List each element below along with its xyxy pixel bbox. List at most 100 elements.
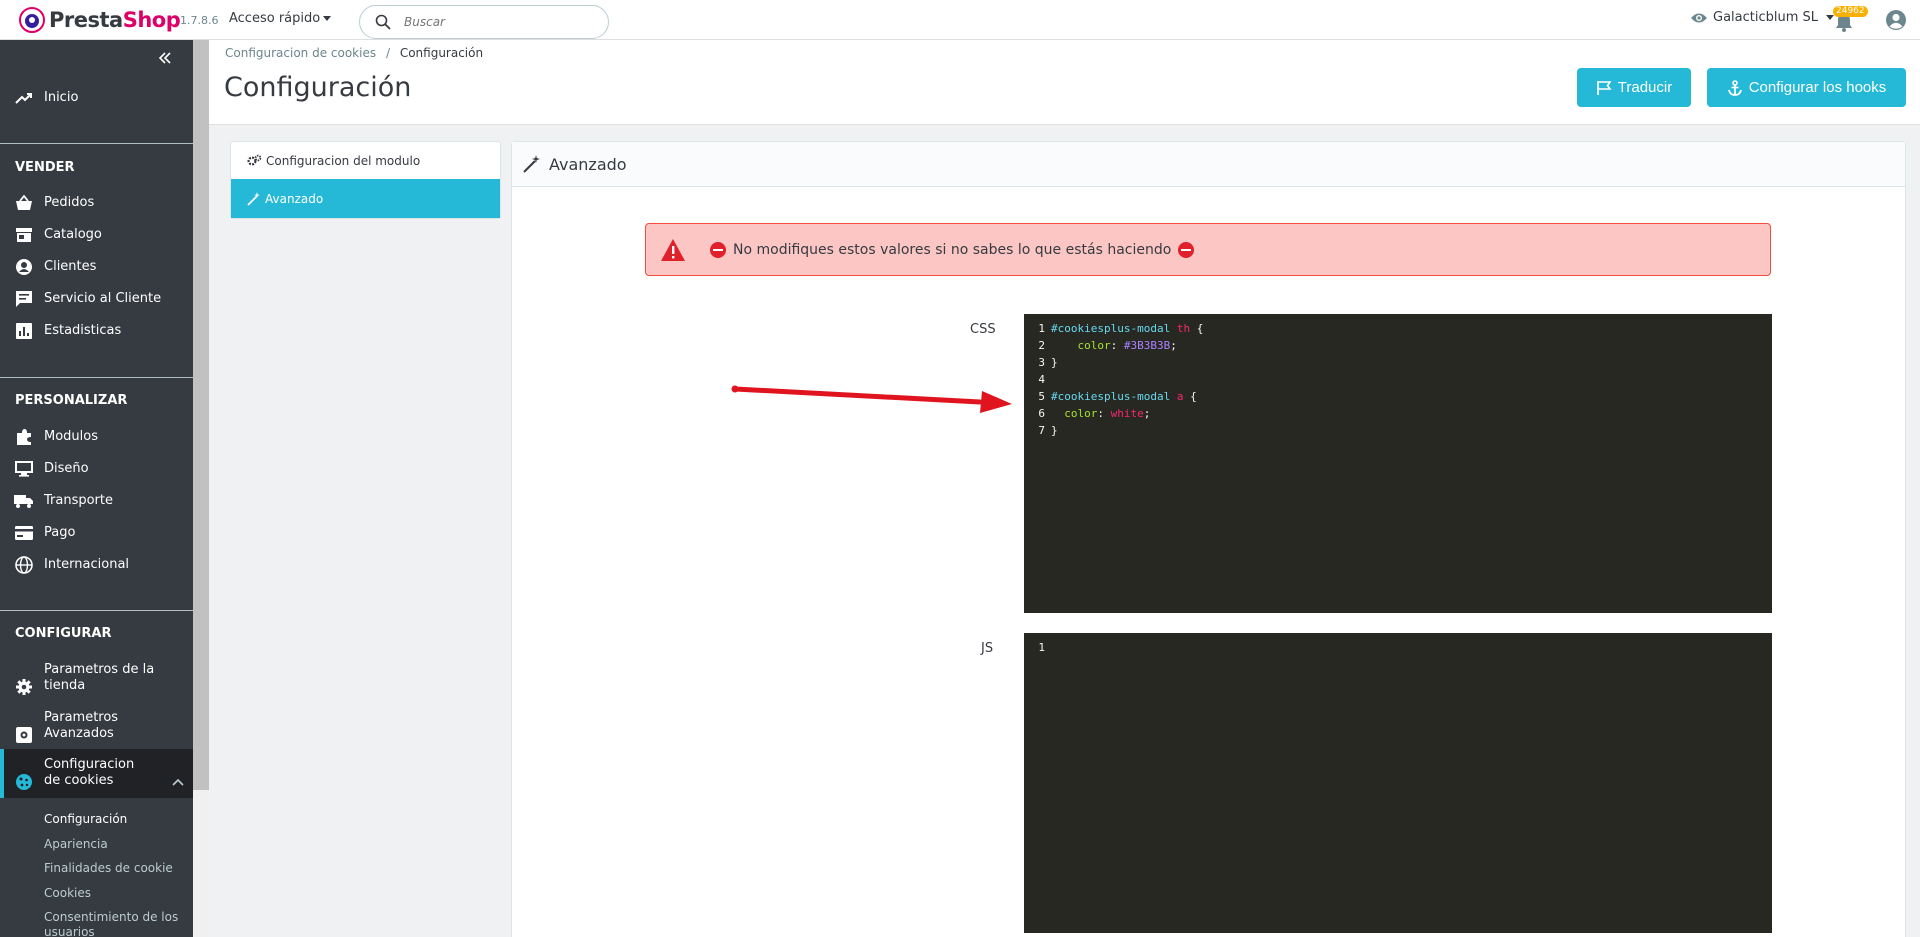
configure-hooks-button[interactable]: Configurar los hooks — [1707, 68, 1906, 107]
line-number: 1 — [1038, 322, 1045, 335]
js-label: JS — [981, 641, 994, 656]
user-avatar-icon[interactable] — [1885, 9, 1907, 31]
line-number: 3 — [1038, 356, 1045, 369]
sub-item-apariencia[interactable]: Apariencia — [44, 837, 108, 851]
sidebar-item-clientes[interactable]: Clientes — [0, 257, 193, 277]
code-token: #cookiesplus-modal — [1051, 322, 1171, 335]
sub-item-finalidades[interactable]: Finalidades de cookie — [44, 861, 173, 875]
chevron-up-icon[interactable] — [172, 775, 184, 790]
code-token: th — [1176, 322, 1191, 335]
no-entry-icon — [710, 241, 726, 258]
code-token: #3B3B3B — [1123, 339, 1171, 352]
sidebar-item-inicio[interactable]: Inicio — [0, 88, 193, 108]
section-title-personalizar: PERSONALIZAR — [15, 393, 128, 408]
sidebar-item-diseno[interactable]: Diseño — [0, 459, 193, 479]
code-line: 1 — [1024, 639, 1772, 656]
scrollbar-thumb[interactable] — [193, 40, 209, 790]
breadcrumb-parent-link[interactable]: Configuracion de cookies — [225, 46, 376, 60]
sidebar-item-pago[interactable]: Pago — [0, 523, 193, 543]
configure-hooks-button-label: Configurar los hooks — [1748, 79, 1887, 96]
truck-icon — [14, 491, 34, 511]
credit-card-icon — [14, 523, 34, 543]
sidebar-item-modulos[interactable]: Modulos — [0, 427, 193, 447]
basket-icon — [14, 193, 34, 213]
line-number: 6 — [1038, 407, 1045, 420]
sidebar-item-catalogo[interactable]: Catalogo — [0, 225, 193, 245]
tab-avanzado[interactable]: Avanzado — [231, 179, 500, 218]
code-token: a — [1176, 390, 1184, 403]
search-input[interactable] — [404, 15, 584, 29]
module-tabs: Configuracion del modulo Avanzado — [230, 141, 501, 219]
sidebar-item-cookies-label-row[interactable]: Configuracion de cookies — [0, 757, 193, 790]
sidebar-item-label: Transporte — [44, 493, 113, 508]
sidebar-item-pedidos[interactable]: Pedidos — [0, 193, 193, 213]
sidebar-item-label: Pedidos — [44, 195, 95, 210]
line-number: 2 — [1038, 339, 1045, 352]
sub-item-consentimiento[interactable]: Consentimiento de los usuarios — [44, 910, 184, 937]
prestashop-logo[interactable]: PrestaShop — [19, 7, 181, 33]
advanced-settings-icon — [14, 725, 34, 745]
tab-label: Avanzado — [265, 191, 324, 206]
code-line: 5 #cookiesplus-modal a { — [1024, 388, 1772, 405]
line-number: 5 — [1038, 390, 1045, 403]
code-token: } — [1051, 356, 1058, 369]
panel-title: Avanzado — [549, 154, 627, 174]
sidebar-item-parametros-avanzados[interactable]: Parametros Avanzados — [0, 710, 193, 745]
code-token: color — [1077, 339, 1111, 352]
search-bar — [359, 5, 609, 39]
sidebar-item-internacional[interactable]: Internacional — [0, 555, 193, 575]
sidebar: Inicio VENDER Pedidos Catalogo Clientes … — [0, 40, 193, 937]
sidebar-item-label: Estadisticas — [44, 323, 122, 338]
notifications-button[interactable]: 24962 — [1830, 6, 1868, 32]
puffin-icon — [19, 7, 45, 33]
sidebar-divider — [0, 377, 193, 378]
translate-button[interactable]: Traducir — [1577, 68, 1691, 107]
line-number: 4 — [1038, 373, 1045, 386]
sub-item-cookies[interactable]: Cookies — [44, 886, 91, 900]
sidebar-item-transporte[interactable]: Transporte — [0, 491, 193, 511]
puzzle-icon — [14, 427, 34, 447]
sidebar-item-label: Diseño — [44, 461, 89, 476]
quick-access-dropdown[interactable]: Acceso rápido — [229, 11, 332, 26]
sidebar-item-estadisticas[interactable]: Estadisticas — [0, 321, 193, 341]
sidebar-item-label: Configuracion de cookies — [44, 757, 135, 788]
top-header: PrestaShop 1.7.8.6 Acceso rápido Galacti… — [0, 0, 1920, 40]
view-shop-link[interactable]: Galacticblum SL — [1690, 10, 1835, 25]
js-code-editor[interactable]: 1 — [1024, 633, 1772, 933]
logo-text-presta: Presta — [49, 8, 123, 32]
code-token: ; — [1170, 339, 1177, 352]
code-line: 7} — [1024, 422, 1772, 439]
page-title: Configuración — [224, 72, 412, 103]
code-token: #cookiesplus-modal — [1051, 390, 1171, 403]
breadcrumb: Configuracion de cookies / Configuración — [225, 46, 483, 60]
code-token: ; — [1143, 407, 1151, 420]
magic-wand-icon — [247, 191, 261, 206]
warning-alert: No modifiques estos valores si no sabes … — [645, 223, 1771, 276]
code-token: { — [1190, 390, 1197, 403]
no-entry-icon — [1178, 241, 1195, 258]
sidebar-item-label: Inicio — [44, 90, 79, 105]
sidebar-item-label: Internacional — [44, 557, 130, 572]
line-number: 1 — [1038, 641, 1045, 654]
css-code-editor[interactable]: 1 #cookiesplus-modal th { 2 color: #3B3B3… — [1024, 314, 1772, 613]
magic-wand-icon — [523, 155, 541, 173]
sidebar-item-servicio-cliente[interactable]: Servicio al Cliente — [0, 289, 193, 309]
code-line: 4 — [1024, 371, 1772, 388]
sub-item-configuracion[interactable]: Configuración — [44, 812, 127, 826]
translate-button-label: Traducir — [1617, 79, 1673, 96]
panel-header: Avanzado — [512, 142, 1905, 187]
sidebar-item-parametros-tienda[interactable]: Parametros de la tienda — [0, 662, 193, 695]
code-line: 3} — [1024, 354, 1772, 371]
search-icon[interactable] — [370, 9, 396, 35]
css-label: CSS — [970, 322, 996, 337]
chat-icon — [14, 289, 34, 309]
annotation-arrow-icon — [731, 385, 1012, 413]
logo-text-shop: Shop — [122, 8, 181, 32]
sidebar-item-label: Modulos — [44, 429, 98, 444]
sidebar-divider — [0, 143, 193, 144]
section-title-vender: VENDER — [15, 160, 75, 175]
tab-configuracion-modulo[interactable]: Configuracion del modulo — [231, 142, 500, 179]
code-token: : — [1110, 339, 1118, 352]
collapse-sidebar-icon[interactable] — [157, 50, 175, 68]
globe-icon — [14, 555, 34, 575]
